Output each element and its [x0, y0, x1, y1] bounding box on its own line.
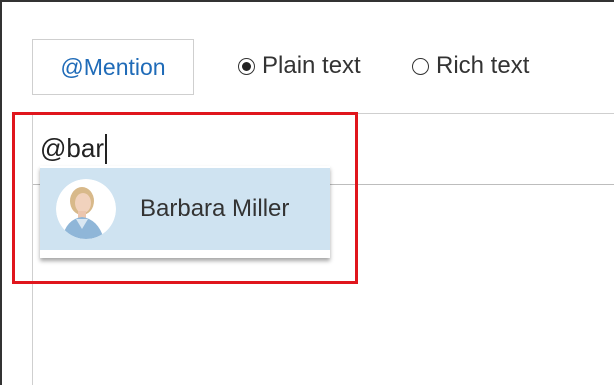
toolbar-divider [32, 113, 614, 114]
suggestion-name: Barbara Miller [140, 195, 290, 222]
radio-selected-icon [238, 57, 255, 75]
radio-unselected-icon [412, 57, 429, 75]
mention-button-label: @Mention [60, 53, 166, 80]
user-avatar-icon [56, 179, 116, 239]
plain-text-label: Plain text [262, 52, 361, 79]
typed-text: @bar [40, 133, 104, 163]
mention-suggestion-dropdown: Barbara Miller [40, 166, 330, 258]
editor-left-border [0, 0, 2, 385]
rich-text-label: Rich text [436, 52, 530, 79]
message-editor: @Mention Plain text Rich text @bar Barba… [0, 0, 614, 385]
mention-button[interactable]: @Mention [32, 39, 194, 95]
editor-inner-border [32, 114, 33, 385]
text-caret [104, 133, 107, 164]
message-input[interactable]: @bar [40, 133, 107, 164]
suggestion-item[interactable]: Barbara Miller [40, 168, 330, 250]
plain-text-radio[interactable]: Plain text [238, 52, 361, 80]
editor-top-border [0, 0, 614, 2]
rich-text-radio[interactable]: Rich text [412, 52, 529, 80]
